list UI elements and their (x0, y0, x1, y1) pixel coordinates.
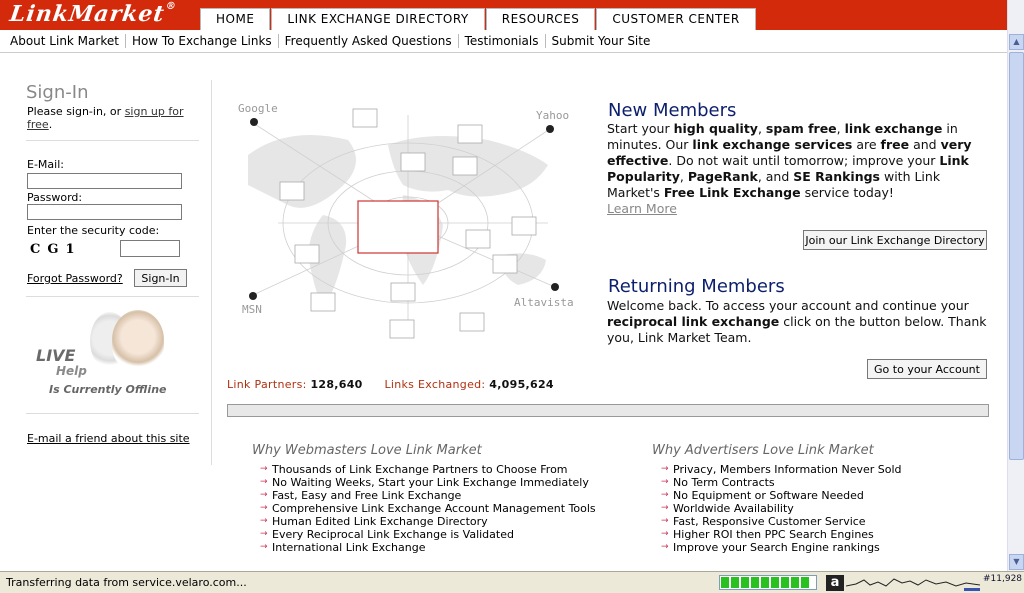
list-item: Privacy, Members Information Never Sold (661, 463, 902, 476)
sub-navigation: About Link Market How To Exchange Links … (0, 30, 1007, 53)
engine-label-msn: MSN (242, 303, 262, 316)
tab-link-exchange-directory[interactable]: LINK EXCHANGE DIRECTORY (271, 8, 485, 30)
list-item: Improve your Search Engine rankings (661, 541, 902, 554)
list-item: International Link Exchange (260, 541, 596, 554)
sign-in-button[interactable]: Sign-In (134, 269, 187, 287)
partners-count: 128,640 (310, 378, 363, 391)
password-label: Password: (27, 191, 83, 204)
alexa-toolbar-icon[interactable]: a (826, 575, 844, 591)
logo-registered-mark: ® (164, 1, 178, 12)
subnav-about[interactable]: About Link Market (4, 34, 126, 48)
tab-home[interactable]: HOME (200, 8, 271, 30)
new-members-title: New Members (608, 100, 737, 121)
scroll-up-arrow-icon[interactable]: ▲ (1009, 34, 1024, 50)
divider-strip (227, 404, 989, 417)
list-item: Higher ROI then PPC Search Engines (661, 528, 902, 541)
list-item: No Waiting Weeks, Start your Link Exchan… (260, 476, 596, 489)
list-item: Worldwide Availability (661, 502, 902, 515)
email-friend-link[interactable]: E-mail a friend about this site (27, 432, 190, 445)
captcha-image: CG1 (30, 242, 82, 257)
list-item: No Term Contracts (661, 476, 902, 489)
list-item: Comprehensive Link Exchange Account Mana… (260, 502, 596, 515)
link-statistics: Link Partners: 128,640 Links Exchanged: … (227, 378, 572, 391)
live-help-status: Is Currently Offline (49, 383, 167, 396)
scroll-down-arrow-icon[interactable]: ▼ (1009, 554, 1024, 570)
browser-status-bar: Transferring data from service.velaro.co… (0, 571, 1024, 593)
divider (26, 296, 199, 297)
scroll-thumb[interactable] (1009, 52, 1024, 460)
list-item: Fast, Responsive Customer Service (661, 515, 902, 528)
live-help-widget[interactable]: LIVE Help Is Currently Offline (30, 310, 170, 400)
tab-resources[interactable]: RESOURCES (485, 8, 596, 30)
linkmarket-logo[interactable]: LinkMarket® (8, 1, 177, 27)
list-item: Thousands of Link Exchange Partners to C… (260, 463, 596, 476)
sign-in-sidebar: Sign-In Please sign-in, or sign up for f… (0, 80, 212, 465)
sign-in-intro: Please sign-in, or sign up for free. (27, 105, 197, 131)
webmasters-benefits-list: Thousands of Link Exchange Partners to C… (260, 463, 596, 554)
webmasters-list-title: Why Webmasters Love Link Market (252, 443, 482, 458)
subnav-how-to-exchange[interactable]: How To Exchange Links (126, 34, 279, 48)
sign-in-title: Sign-In (26, 82, 89, 103)
security-code-label: Enter the security code: (27, 224, 160, 237)
exchanged-count: 4,095,624 (489, 378, 554, 391)
loading-progress-bar (719, 575, 817, 590)
list-item: Fast, Easy and Free Link Exchange (260, 489, 596, 502)
logo-text: LinkMarket (8, 1, 167, 27)
traffic-graph-icon (846, 578, 980, 591)
security-code-input[interactable] (120, 240, 180, 257)
join-directory-button[interactable]: Join our Link Exchange Directory (803, 230, 987, 250)
engine-label-yahoo: Yahoo (536, 109, 570, 122)
main-tabs: HOME LINK EXCHANGE DIRECTORY RESOURCES C… (200, 8, 757, 30)
returning-members-title: Returning Members (608, 276, 785, 297)
partners-label: Link Partners: (227, 378, 307, 391)
vertical-scrollbar[interactable]: ▲ ▼ (1007, 0, 1024, 571)
status-text: Transferring data from service.velaro.co… (6, 576, 247, 589)
live-help-live-text: LIVE (36, 346, 76, 365)
sign-in-intro-end: . (48, 118, 53, 131)
world-map-illustration (248, 108, 559, 339)
learn-more-link[interactable]: Learn More (607, 201, 677, 216)
returning-members-description: Welcome back. To access your account and… (607, 298, 987, 345)
subnav-submit-site[interactable]: Submit Your Site (546, 34, 657, 48)
email-label: E-Mail: (27, 158, 64, 171)
live-help-help-text: Help (56, 364, 87, 378)
go-to-account-button[interactable]: Go to your Account (867, 359, 987, 379)
list-item: Every Reciprocal Link Exchange is Valida… (260, 528, 596, 541)
email-field[interactable] (27, 173, 182, 189)
top-header-bar: LinkMarket® HOME LINK EXCHANGE DIRECTORY… (0, 0, 1007, 30)
subnav-testimonials[interactable]: Testimonials (459, 34, 546, 48)
password-field[interactable] (27, 204, 182, 220)
divider (26, 413, 199, 414)
alexa-rank: #11,928 (983, 574, 1023, 584)
forgot-password-link[interactable]: Forgot Password? (27, 272, 123, 285)
list-item: No Equipment or Software Needed (661, 489, 902, 502)
engine-label-altavista: Altavista (514, 296, 574, 309)
subnav-faq[interactable]: Frequently Asked Questions (279, 34, 459, 48)
tab-customer-center[interactable]: CUSTOMER CENTER (596, 8, 756, 30)
live-help-agent-photo (112, 310, 164, 370)
advertisers-benefits-list: Privacy, Members Information Never Sold … (661, 463, 902, 554)
divider (26, 140, 199, 141)
engine-label-google: Google (238, 102, 278, 115)
link-web-world-map: Google Yahoo MSN Altavista (228, 95, 588, 350)
exchanged-label: Links Exchanged: (384, 378, 486, 391)
sign-in-intro-text: Please sign-in, or (27, 105, 125, 118)
new-members-description: Start your high quality, spam free, link… (607, 121, 972, 216)
advertisers-list-title: Why Advertisers Love Link Market (652, 443, 874, 458)
list-item: Human Edited Link Exchange Directory (260, 515, 596, 528)
